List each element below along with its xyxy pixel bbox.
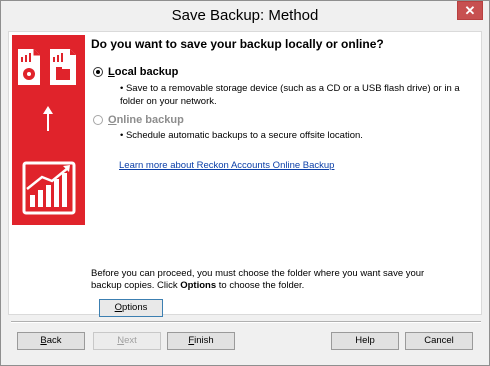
local-backup-description: • Save to a removable storage device (su… [120, 83, 460, 107]
folder-instruction-text: Before you can proceed, you must choose … [91, 268, 425, 291]
online-backup-radio[interactable] [93, 115, 103, 125]
options-button[interactable]: Options [99, 299, 163, 317]
back-button[interactable]: Back [17, 332, 85, 350]
arrow-up-icon [43, 106, 53, 131]
save-backup-dialog: Save Backup: Method ✕ Do you want to sav… [0, 0, 490, 366]
finish-button[interactable]: Finish [167, 332, 235, 350]
disc-icon [23, 68, 35, 80]
local-backup-option[interactable]: Local backup [93, 66, 178, 78]
window-title: Save Backup: Method [171, 7, 319, 24]
online-backup-description: • Schedule automatic backups to a secure… [120, 130, 363, 141]
learn-more-link[interactable]: Learn more about Reckon Accounts Online … [119, 160, 334, 171]
growth-chart-icon [22, 161, 76, 215]
local-backup-radio[interactable] [93, 67, 103, 77]
local-backup-label[interactable]: Local backup [108, 66, 178, 78]
next-button[interactable]: Next [93, 332, 161, 350]
help-button[interactable]: Help [331, 332, 399, 350]
online-backup-option[interactable]: Online backup [93, 114, 184, 126]
side-banner [12, 35, 85, 225]
footer-divider-highlight [11, 322, 481, 323]
cancel-button[interactable]: Cancel [405, 332, 473, 350]
side-banner-graphic [18, 49, 76, 215]
online-backup-label[interactable]: Online backup [108, 114, 184, 126]
title-bar[interactable]: Save Backup: Method ✕ [1, 1, 489, 30]
question-heading: Do you want to save your backup locally … [91, 37, 384, 51]
content-panel: Do you want to save your backup locally … [8, 31, 482, 317]
close-button[interactable]: ✕ [457, 1, 483, 20]
